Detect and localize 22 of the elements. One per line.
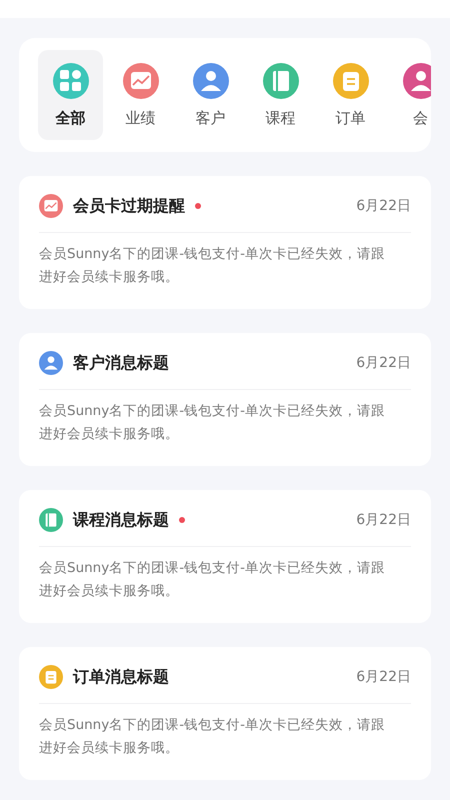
category-tab[interactable]: 业绩: [108, 50, 173, 140]
category-tab[interactable]: 订单: [318, 50, 383, 140]
message-text: 会员Sunny名下的团课-钱包支付-单次卡已经失效，请跟进好会员续卡服务哦。: [39, 402, 386, 444]
message-title: 会员卡过期提醒: [73, 196, 185, 216]
message-title: 客户消息标题: [73, 352, 169, 374]
category-tab[interactable]: 全部: [38, 50, 103, 140]
message-text: 会员Sunny名下的团课-钱包支付-单次卡已经失效，请跟进好会员续卡服务哦。: [39, 559, 386, 601]
category-tab[interactable]: 客户: [178, 50, 243, 140]
category-tab[interactable]: 会: [388, 50, 431, 140]
message-date: 6月22日: [356, 197, 411, 215]
message-card[interactable]: 客户消息标题 6月22日 会员Sunny名下的团课-钱包支付-单次卡已经失效，请跟进好会员续卡服务哦。: [19, 333, 431, 466]
message-text: 会员Sunny名下的团课-钱包支付-单次卡已经失效，请跟进好会员续卡服务哦。: [39, 245, 386, 287]
message-date: 6月22日: [356, 668, 411, 686]
message-card[interactable]: 课程消息标题 6月22日 会员Sunny名下的团课-钱包支付-单次卡已经失效，请跟进好会员续卡服务哦。: [19, 490, 431, 623]
message-title: 订单消息标题: [73, 666, 169, 688]
message-date: 6月22日: [356, 511, 411, 529]
message-text: 会员Sunny名下的团课-钱包支付-单次卡已经失效，请跟进好会员续卡服务哦。: [39, 716, 386, 758]
message-card[interactable]: 订单消息标题 6月22日 会员Sunny名下的团课-钱包支付-单次卡已经失效，请跟进好会员续卡服务哦。: [19, 647, 431, 780]
message-date: 6月22日: [356, 354, 411, 372]
message-title: 课程消息标题: [73, 510, 169, 530]
category-tab[interactable]: 课程: [248, 50, 313, 140]
message-card[interactable]: 会员卡过期提醒 6月22日 会员Sunny名下的团课-钱包支付-单次卡已经失效，请跟进好会员续卡服务哦。: [19, 176, 431, 309]
